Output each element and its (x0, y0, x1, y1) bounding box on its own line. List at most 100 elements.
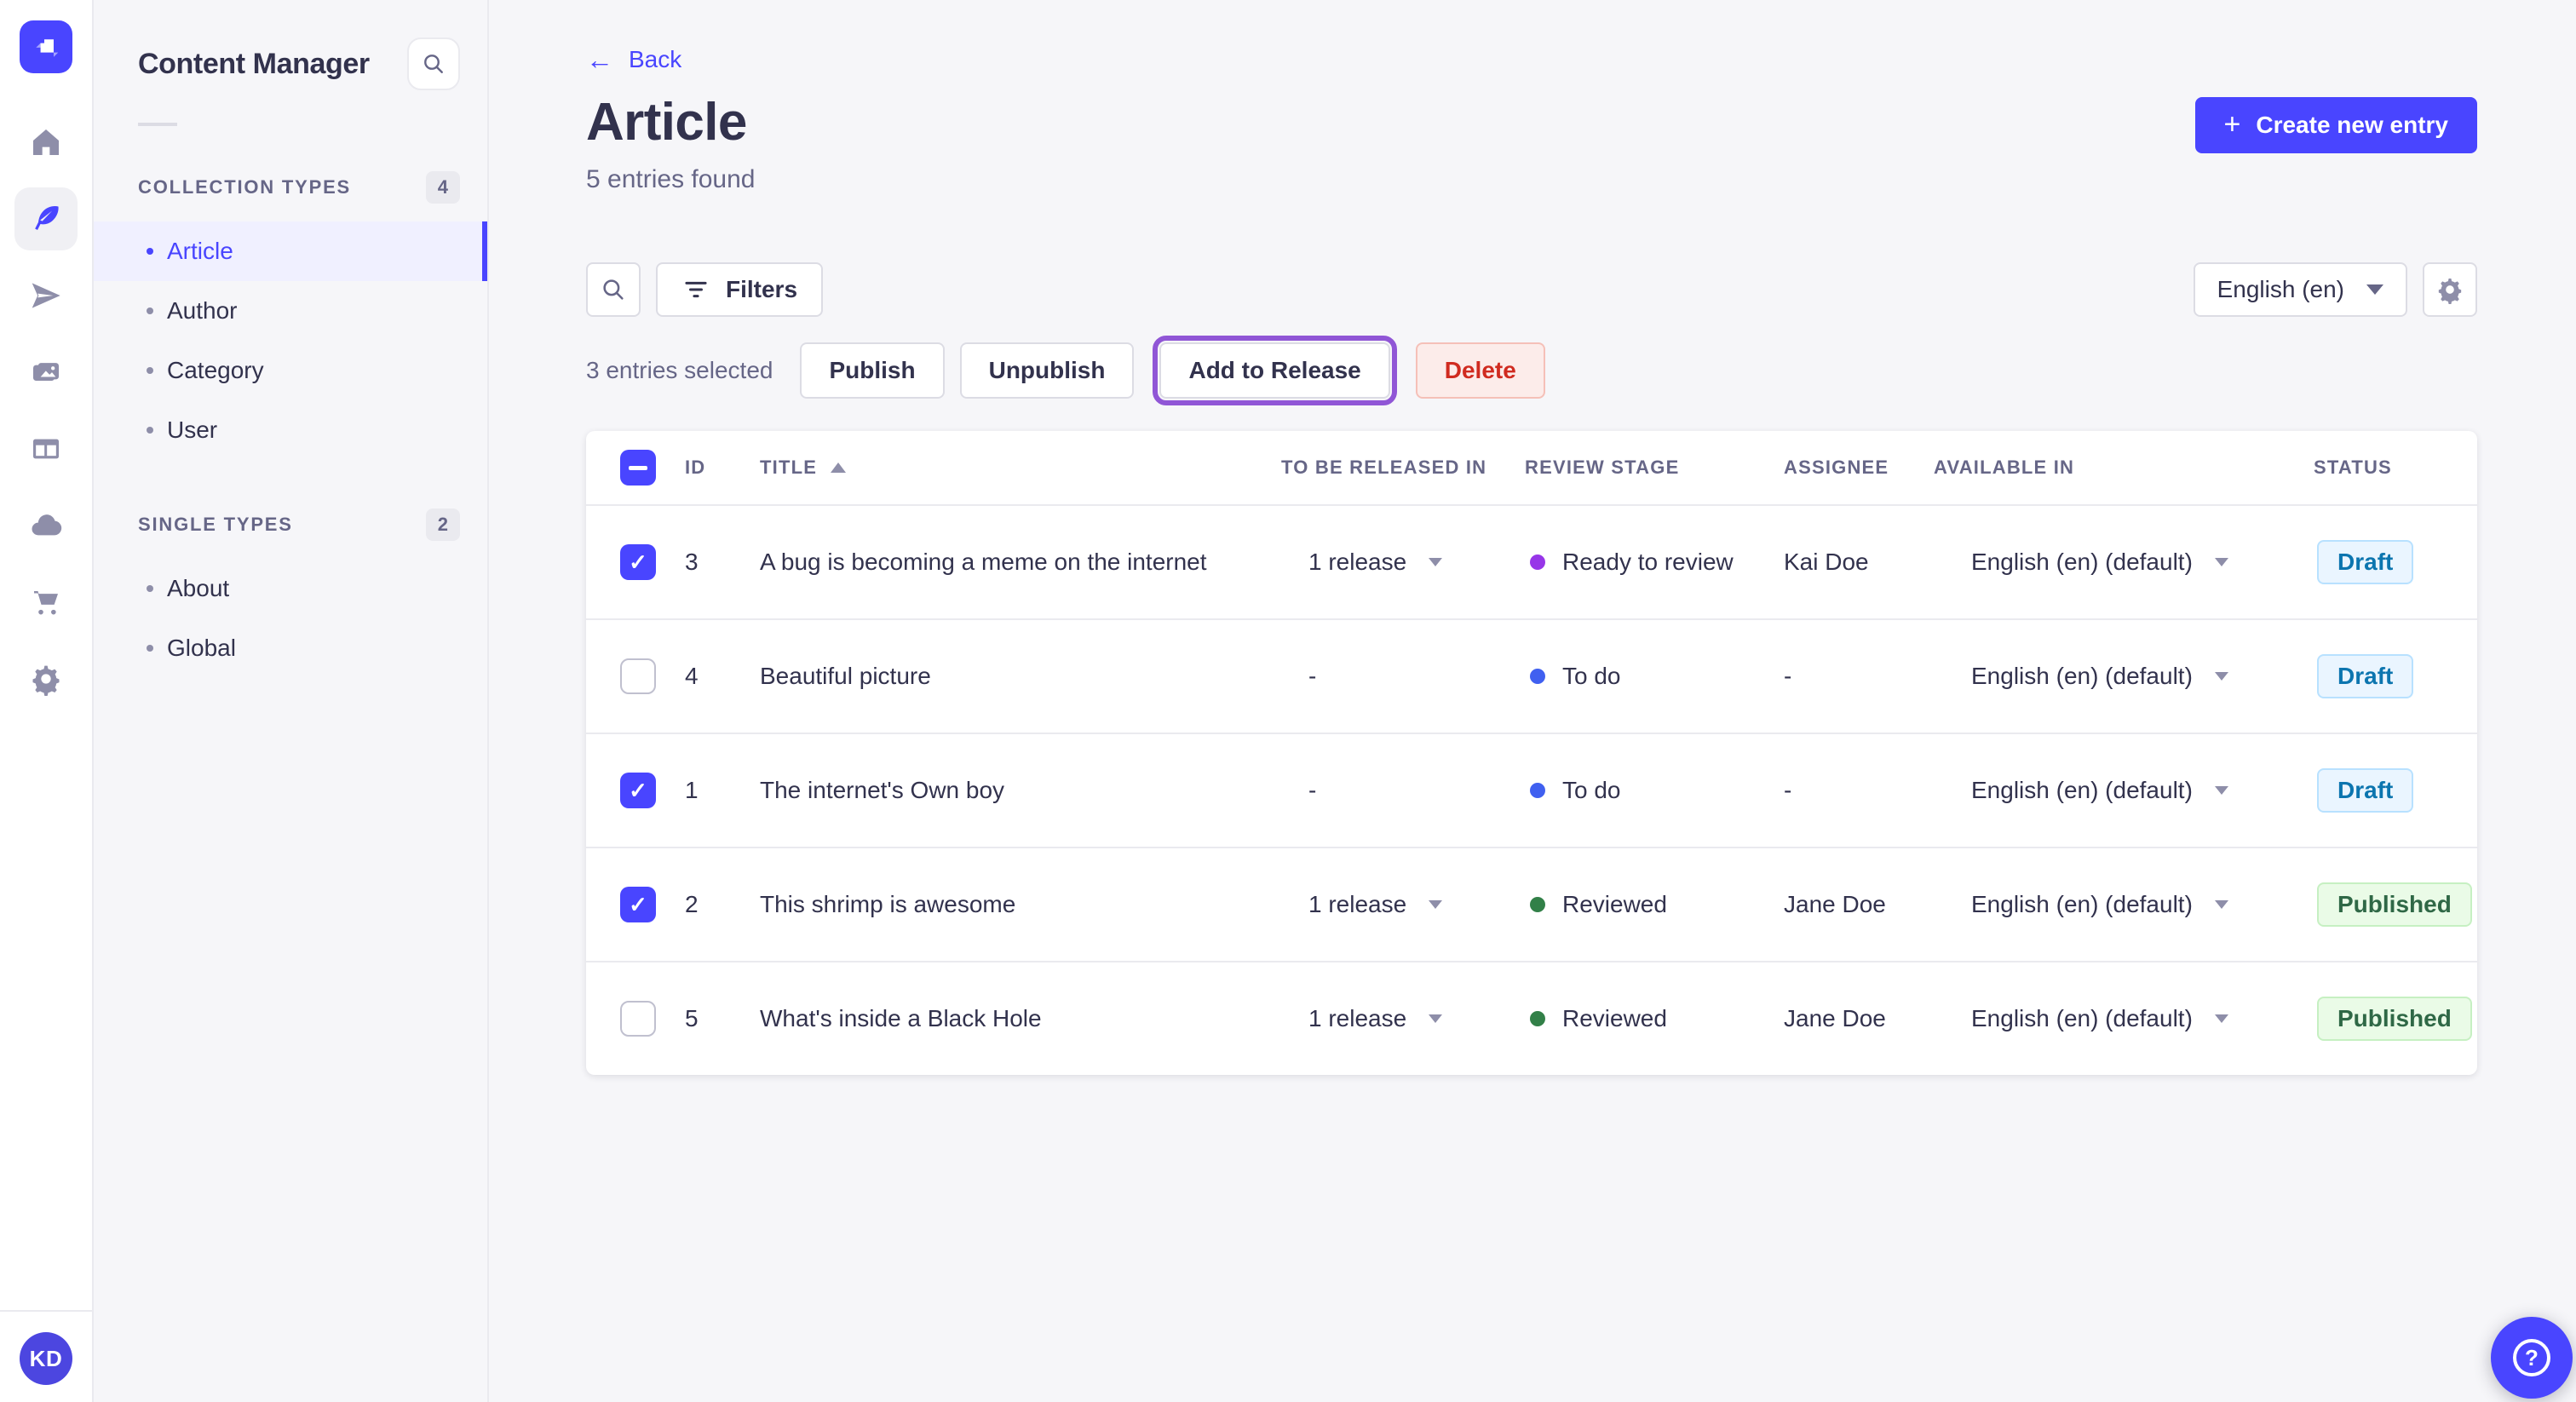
filters-button[interactable]: Filters (656, 262, 824, 317)
help-button[interactable]: ? (2491, 1317, 2573, 1399)
cell-available-in[interactable]: English (en) (default) (1934, 549, 2314, 576)
delete-button[interactable]: Delete (1415, 342, 1545, 399)
row-checkbox[interactable] (620, 1001, 656, 1037)
unpublish-button[interactable]: Unpublish (959, 342, 1135, 399)
column-header-assignee[interactable]: ASSIGNEE (1784, 457, 1934, 479)
status-badge: Draft (2317, 654, 2414, 698)
search-icon[interactable] (586, 262, 641, 317)
row-checkbox[interactable] (620, 544, 656, 580)
column-header-id[interactable]: ID (685, 457, 760, 479)
row-checkbox[interactable] (620, 658, 656, 694)
strapi-logo-icon (20, 20, 72, 73)
status-badge: Published (2317, 882, 2472, 927)
filter-icon (685, 281, 707, 298)
cell-release[interactable]: - (1281, 663, 1525, 690)
row-checkbox[interactable] (620, 887, 656, 922)
subnav-title: Content Manager (138, 47, 370, 80)
cell-title[interactable]: A bug is becoming a meme on the internet (760, 549, 1281, 576)
table-row[interactable]: 3 A bug is becoming a meme on the intern… (586, 504, 2477, 618)
chevron-down-icon (2366, 284, 2383, 295)
cell-release[interactable]: 1 release (1281, 1005, 1525, 1032)
add-to-release-button[interactable]: Add to Release (1153, 336, 1397, 405)
search-icon[interactable] (407, 37, 460, 90)
sidebar-item-category[interactable]: Category (94, 341, 487, 400)
subnav-section: SINGLE TYPES 2 About Global (94, 506, 487, 678)
create-new-entry-button[interactable]: + Create new entry (2194, 97, 2477, 153)
cell-release[interactable]: 1 release (1281, 891, 1525, 918)
help-icon: ? (2513, 1339, 2550, 1376)
content-manager-icon[interactable] (14, 187, 78, 250)
cell-release[interactable]: - (1281, 777, 1525, 804)
column-header-review-stage[interactable]: REVIEW STAGE (1525, 457, 1784, 479)
column-header-available-in[interactable]: AVAILABLE IN (1934, 457, 2314, 479)
chevron-down-icon (2214, 900, 2228, 909)
cell-status: Draft (2314, 540, 2477, 584)
cell-assignee: - (1784, 663, 1792, 689)
page-title: Article (586, 93, 747, 152)
cell-review-stage: To do (1525, 777, 1784, 804)
bullet-icon (147, 585, 153, 592)
cell-review-stage: Ready to review (1525, 549, 1784, 576)
publish-button[interactable]: Publish (800, 342, 945, 399)
divider (138, 123, 177, 126)
cell-review-stage: Reviewed (1525, 891, 1784, 918)
chevron-down-icon (2214, 672, 2228, 681)
table-row[interactable]: 1 The internet's Own boy - To do - Engli… (586, 733, 2477, 847)
bullet-icon (147, 248, 153, 255)
subnav-sections: COLLECTION TYPES 4 Article Author Category Us… (94, 169, 487, 678)
entries-count: 5 entries found (586, 165, 756, 193)
settings-icon[interactable] (14, 647, 78, 710)
home-icon[interactable] (14, 111, 78, 174)
row-checkbox[interactable] (620, 773, 656, 808)
section-items: Article Author Category User (94, 221, 487, 460)
deploy-icon[interactable] (14, 494, 78, 557)
column-header-title[interactable]: TITLE (760, 457, 1281, 479)
sidebar-item-user[interactable]: User (94, 400, 487, 460)
section-count-badge: 4 (425, 171, 460, 204)
cell-available-in[interactable]: English (en) (default) (1934, 1005, 2314, 1032)
cell-available-in[interactable]: English (en) (default) (1934, 777, 2314, 804)
stage-dot-icon (1530, 669, 1545, 684)
bullet-icon (147, 427, 153, 434)
bullet-icon (147, 367, 153, 374)
media-library-icon[interactable] (14, 341, 78, 404)
cell-title[interactable]: What's inside a Black Hole (760, 1005, 1281, 1032)
locale-select[interactable]: English (en) (2193, 262, 2407, 317)
content-type-builder-icon[interactable] (14, 417, 78, 480)
chevron-down-icon (1429, 900, 1443, 909)
table-row[interactable]: 2 This shrimp is awesome 1 release Revie… (586, 847, 2477, 961)
cell-title[interactable]: Beautiful picture (760, 663, 1281, 690)
cell-available-in[interactable]: English (en) (default) (1934, 663, 2314, 690)
table-header-row: ID TITLE TO BE RELEASED IN REVIEW STAGE … (586, 431, 2477, 504)
sidebar-item-global[interactable]: Global (94, 618, 487, 678)
sidebar-item-article[interactable]: Article (94, 221, 487, 281)
sidebar-item-about[interactable]: About (94, 559, 487, 618)
cell-title[interactable]: This shrimp is awesome (760, 891, 1281, 918)
chevron-down-icon (1429, 1014, 1443, 1023)
marketplace-icon[interactable] (14, 571, 78, 634)
column-header-status[interactable]: STATUS (2314, 457, 2477, 479)
cell-release[interactable]: 1 release (1281, 549, 1525, 576)
stage-dot-icon (1530, 783, 1545, 798)
sidebar-item-author[interactable]: Author (94, 281, 487, 341)
column-header-release[interactable]: TO BE RELEASED IN (1281, 457, 1525, 479)
cell-id: 1 (685, 777, 699, 803)
user-avatar[interactable]: KD (20, 1332, 72, 1385)
nav-rail-footer: KD (0, 1310, 92, 1402)
cell-title[interactable]: The internet's Own boy (760, 777, 1281, 804)
status-badge: Draft (2317, 768, 2414, 813)
table-row[interactable]: 5 What's inside a Black Hole 1 release R… (586, 961, 2477, 1075)
back-arrow-icon: ← (586, 44, 613, 75)
cell-id: 5 (685, 1005, 699, 1031)
table-row[interactable]: 4 Beautiful picture - To do - English (e… (586, 618, 2477, 733)
chevron-down-icon (2214, 786, 2228, 795)
cell-status: Published (2314, 997, 2477, 1041)
releases-icon[interactable] (14, 264, 78, 327)
select-all-checkbox[interactable] (620, 450, 656, 486)
cell-available-in[interactable]: English (en) (default) (1934, 891, 2314, 918)
selection-summary: 3 entries selected (586, 357, 773, 383)
cell-id: 3 (685, 549, 699, 575)
view-settings-icon[interactable] (2423, 262, 2477, 317)
stage-dot-icon (1530, 554, 1545, 570)
back-link[interactable]: ← Back (586, 46, 681, 73)
